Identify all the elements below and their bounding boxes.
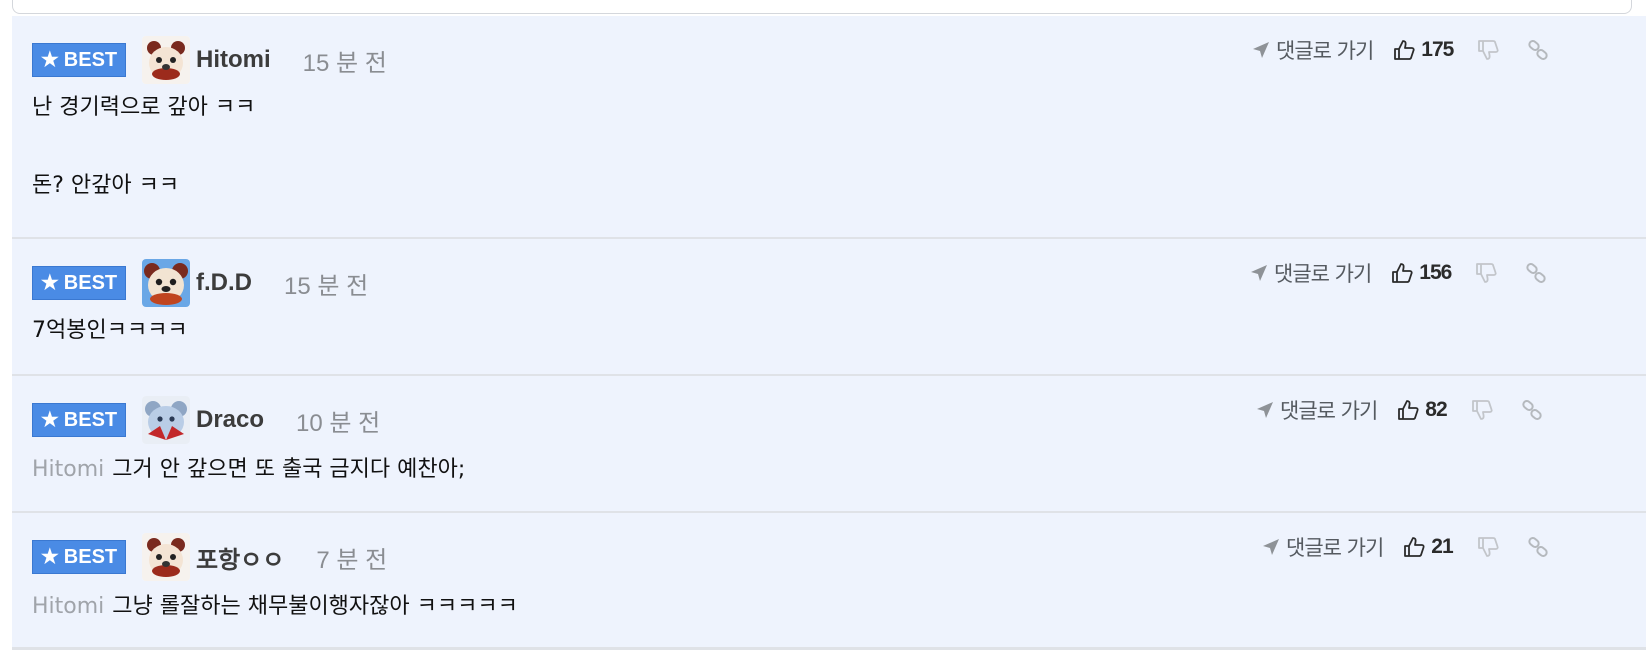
comment-body: 7억봉인ㅋㅋㅋㅋ: [32, 311, 188, 351]
comment-header: ★ BEST f.D.D 15 분 전: [32, 259, 368, 307]
comment-actions: 댓글로 가기 175: [1252, 36, 1549, 64]
comment-header: ★ BEST Hitomi 15 분 전: [32, 36, 387, 84]
best-badge: ★ BEST: [32, 266, 126, 300]
dislike-button[interactable]: [1475, 262, 1497, 284]
comment-line: 7억봉인ㅋㅋㅋㅋ: [32, 318, 188, 343]
share-link-button[interactable]: [1527, 536, 1549, 558]
avatar[interactable]: [142, 533, 190, 581]
like-button[interactable]: 82: [1397, 398, 1448, 422]
mention-tag[interactable]: Hitomi: [32, 457, 104, 482]
comment-line: 돈? 안갚아 ㅋㅋ: [32, 173, 180, 198]
arrow-pointer-icon: [1257, 402, 1273, 418]
thumbs-up-icon: [1392, 263, 1413, 283]
share-link-button[interactable]: [1527, 39, 1549, 61]
comment-header: ★ BEST Draco 10 분 전: [32, 396, 380, 444]
comment-author[interactable]: 포항ㅇㅇ: [196, 540, 284, 575]
link-icon: [1527, 537, 1548, 557]
go-to-reply-label: 댓글로 가기: [1280, 399, 1378, 423]
arrow-pointer-icon: [1251, 265, 1267, 281]
comment-actions: 댓글로 가기 21: [1262, 533, 1549, 561]
comment-time: 15 분 전: [302, 49, 387, 77]
go-to-reply-link[interactable]: 댓글로 가기: [1252, 35, 1374, 65]
comment-time: 10 분 전: [296, 409, 381, 437]
avatar[interactable]: [142, 396, 190, 444]
like-button[interactable]: 21: [1403, 535, 1454, 559]
best-badge: ★ BEST: [32, 403, 126, 437]
best-comment: ★ BEST f.D.D 15 분 전 댓글로 가기 156 7억봉인ㅋㅋㅋㅋ: [12, 239, 1646, 376]
previous-item-frame: [12, 0, 1632, 14]
arrow-pointer-icon: [1253, 42, 1269, 58]
star-icon: ★: [40, 272, 59, 294]
best-badge-label: BEST: [63, 271, 118, 294]
like-count: 82: [1425, 398, 1447, 421]
go-to-reply-label: 댓글로 가기: [1276, 39, 1374, 63]
link-icon: [1528, 40, 1548, 60]
go-to-reply-link[interactable]: 댓글로 가기: [1256, 395, 1378, 425]
go-to-reply-link[interactable]: 댓글로 가기: [1262, 532, 1384, 562]
star-icon: ★: [40, 409, 59, 431]
like-count: 156: [1419, 261, 1452, 284]
dislike-button[interactable]: [1471, 399, 1493, 421]
avatar[interactable]: [142, 259, 190, 307]
comment-actions: 댓글로 가기 82: [1256, 396, 1543, 424]
best-badge-label: BEST: [63, 545, 118, 568]
avatar[interactable]: [142, 36, 190, 84]
best-badge-label: BEST: [63, 408, 118, 431]
arrow-pointer-icon: [1263, 539, 1279, 555]
like-count: 175: [1421, 38, 1454, 61]
thumbs-down-icon: [1478, 40, 1499, 60]
thumbs-up-icon: [1404, 537, 1425, 557]
share-link-button[interactable]: [1525, 262, 1547, 284]
best-comment: ★ BEST Draco 10 분 전 댓글로 가기 82 Hitomi 그거 …: [12, 376, 1646, 513]
dislike-button[interactable]: [1477, 536, 1499, 558]
comment-author[interactable]: Hitomi: [196, 46, 271, 74]
comment-body: Hitomi 그거 안 갚으면 또 출국 금지다 예찬아;: [32, 450, 465, 490]
best-badge: ★ BEST: [32, 43, 126, 77]
comment-time: 15 분 전: [284, 272, 369, 300]
star-icon: ★: [40, 546, 59, 568]
comment-line: Hitomi 그거 안 갚으면 또 출국 금지다 예찬아;: [32, 450, 465, 490]
thumbs-down-icon: [1476, 263, 1497, 283]
thumbs-down-icon: [1477, 537, 1499, 557]
best-badge-label: BEST: [63, 48, 118, 71]
mention-tag[interactable]: Hitomi: [32, 594, 104, 619]
like-button[interactable]: 156: [1391, 261, 1452, 285]
dislike-button[interactable]: [1477, 39, 1499, 61]
best-badge: ★ BEST: [32, 540, 126, 574]
thumbs-up-icon: [1394, 40, 1415, 60]
link-icon: [1521, 400, 1542, 420]
comment-actions: 댓글로 가기 156: [1250, 259, 1547, 287]
best-comment: ★ BEST Hitomi 15 분 전 댓글로 가기 175 난 경기력으로 …: [12, 16, 1646, 239]
comment-body: Hitomi 그냥 롤잘하는 채무불이행자잖아 ㅋㅋㅋㅋㅋ: [32, 587, 518, 627]
comment-text: 그냥 롤잘하는 채무불이행자잖아 ㅋㅋㅋㅋㅋ: [112, 594, 518, 619]
go-to-reply-label: 댓글로 가기: [1286, 536, 1384, 560]
like-count: 21: [1431, 535, 1453, 558]
comment-header: ★ BEST 포항ㅇㅇ 7 분 전: [32, 533, 387, 581]
like-button[interactable]: 175: [1393, 38, 1454, 62]
link-icon: [1526, 263, 1546, 283]
star-icon: ★: [40, 49, 59, 71]
thumbs-up-icon: [1398, 400, 1419, 420]
thumbs-down-icon: [1471, 400, 1493, 420]
comment-line: 난 경기력으로 갚아 ㅋㅋ: [32, 95, 256, 120]
share-link-button[interactable]: [1521, 399, 1543, 421]
comment-body: 난 경기력으로 갚아 ㅋㅋ 돈? 안갚아 ㅋㅋ: [32, 88, 255, 206]
best-comment: ★ BEST 포항ㅇㅇ 7 분 전 댓글로 가기 21 Hitomi 그냥 롤잘…: [12, 513, 1646, 650]
go-to-reply-link[interactable]: 댓글로 가기: [1250, 258, 1372, 288]
comment-line: Hitomi 그냥 롤잘하는 채무불이행자잖아 ㅋㅋㅋㅋㅋ: [32, 587, 518, 627]
comment-author[interactable]: f.D.D: [196, 269, 252, 297]
comment-text: 그거 안 갚으면 또 출국 금지다 예찬아;: [112, 457, 466, 482]
comment-author[interactable]: Draco: [196, 406, 264, 434]
best-comment-list: ★ BEST Hitomi 15 분 전 댓글로 가기 175 난 경기력으로 …: [12, 16, 1646, 650]
comment-time: 7 분 전: [316, 546, 388, 574]
go-to-reply-label: 댓글로 가기: [1274, 262, 1372, 286]
